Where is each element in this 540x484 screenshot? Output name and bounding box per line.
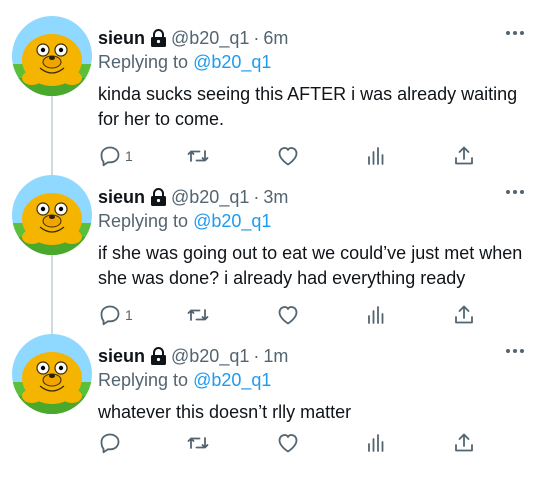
tweet-text: if she was going out to eat we could’ve … — [98, 243, 523, 288]
user-handle[interactable]: @b20_q1 — [171, 346, 249, 367]
lock-icon — [150, 346, 167, 366]
tweet[interactable]: sieun @b20_q1 · 6m Replying to @b20_q1 k… — [0, 16, 540, 169]
separator: · — [253, 27, 260, 48]
analytics-icon — [368, 306, 384, 324]
reply-mention-link[interactable]: @b20_q1 — [193, 52, 271, 72]
action-bar: 1 — [0, 302, 540, 328]
lock-icon — [150, 187, 167, 207]
replying-to-label: Replying to — [98, 52, 194, 72]
avatar[interactable] — [12, 334, 92, 414]
tweet-text: kinda sucks seeing this AFTER i was alre… — [98, 84, 518, 129]
like-button[interactable] — [276, 302, 300, 328]
replying-to: Replying to @b20_q1 — [98, 52, 271, 73]
retweet-button[interactable] — [186, 430, 210, 456]
timestamp[interactable]: 1m — [263, 346, 288, 367]
more-icon[interactable] — [504, 344, 526, 358]
timestamp[interactable]: 6m — [263, 28, 288, 49]
reply-count: 1 — [125, 307, 133, 323]
replying-to-label: Replying to — [98, 211, 194, 231]
reply-icon — [100, 146, 120, 167]
jake-avatar-image — [12, 334, 92, 414]
share-icon — [455, 305, 473, 324]
analytics-button[interactable] — [364, 143, 388, 169]
analytics-button[interactable] — [364, 430, 388, 456]
like-button[interactable] — [276, 430, 300, 456]
share-icon — [455, 146, 473, 165]
user-handle[interactable]: @b20_q1 — [171, 187, 249, 208]
reply-count: 1 — [125, 148, 133, 164]
action-bar — [0, 430, 540, 456]
heart-icon — [278, 306, 298, 325]
more-icon[interactable] — [504, 185, 526, 199]
reply-mention-link[interactable]: @b20_q1 — [193, 211, 271, 231]
retweet-icon — [187, 437, 209, 449]
reply-icon — [100, 433, 120, 454]
share-button[interactable] — [452, 143, 476, 169]
replying-to: Replying to @b20_q1 — [98, 370, 271, 391]
reply-icon — [100, 305, 120, 326]
separator: · — [253, 345, 260, 366]
display-name[interactable]: sieun — [98, 187, 145, 208]
more-icon[interactable] — [504, 26, 526, 40]
reply-button[interactable]: 1 — [98, 143, 133, 169]
display-name[interactable]: sieun — [98, 28, 145, 49]
analytics-icon — [368, 147, 384, 165]
tweet-text: whatever this doesn’t rlly matter — [98, 402, 352, 422]
share-icon — [455, 433, 473, 452]
tweet-header: sieun @b20_q1 · 3m — [98, 185, 528, 209]
separator: · — [253, 186, 260, 207]
replying-to-label: Replying to — [98, 370, 194, 390]
retweet-button[interactable] — [186, 302, 210, 328]
reply-button[interactable] — [98, 430, 125, 456]
jake-avatar-image — [12, 16, 92, 96]
retweet-button[interactable] — [186, 143, 210, 169]
analytics-icon — [368, 434, 384, 452]
replying-to: Replying to @b20_q1 — [98, 211, 271, 232]
lock-icon — [150, 28, 167, 48]
tweet-header: sieun @b20_q1 · 1m — [98, 344, 528, 368]
share-button[interactable] — [452, 302, 476, 328]
display-name[interactable]: sieun — [98, 346, 145, 367]
timestamp[interactable]: 3m — [263, 187, 288, 208]
avatar[interactable] — [12, 175, 92, 255]
user-handle[interactable]: @b20_q1 — [171, 28, 249, 49]
jake-avatar-image — [12, 175, 92, 255]
retweet-icon — [187, 150, 209, 162]
share-button[interactable] — [452, 430, 476, 456]
retweet-icon — [187, 309, 209, 321]
action-bar: 1 — [0, 143, 540, 169]
reply-mention-link[interactable]: @b20_q1 — [193, 370, 271, 390]
like-button[interactable] — [276, 143, 300, 169]
avatar[interactable] — [12, 16, 92, 96]
tweet[interactable]: sieun @b20_q1 · 3m Replying to @b20_q1 i… — [0, 175, 540, 328]
heart-icon — [278, 147, 298, 166]
heart-icon — [278, 434, 298, 453]
tweet-header: sieun @b20_q1 · 6m — [98, 26, 528, 50]
analytics-button[interactable] — [364, 302, 388, 328]
reply-button[interactable]: 1 — [98, 302, 133, 328]
